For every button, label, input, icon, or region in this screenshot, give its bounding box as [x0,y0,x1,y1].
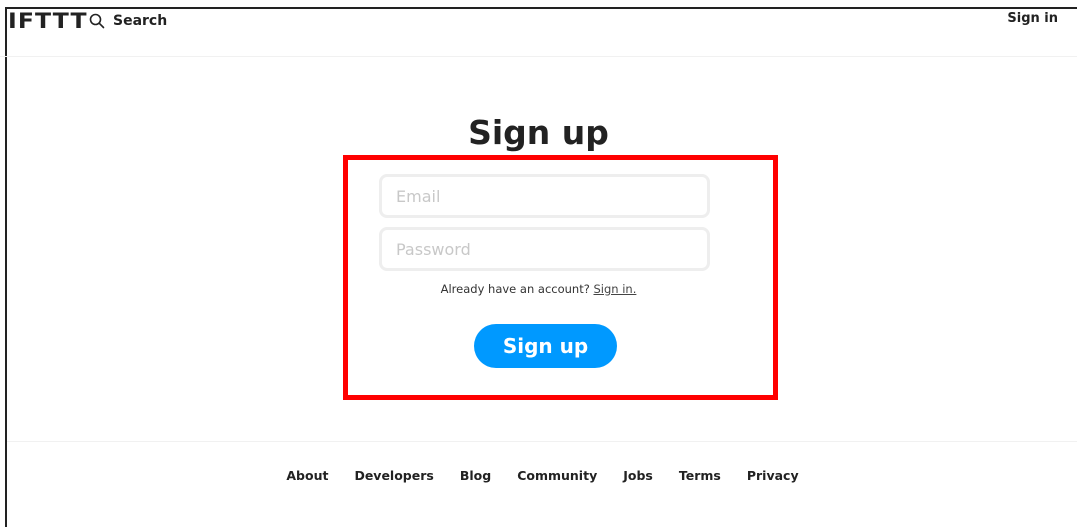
sign-up-button[interactable]: Sign up [474,324,617,368]
footer-link-jobs[interactable]: Jobs [623,468,653,483]
top-navigation: IFTTT Search Sign in [0,0,1077,57]
email-field[interactable] [379,174,710,218]
password-field[interactable] [379,227,710,271]
header-sign-in-link[interactable]: Sign in [1007,11,1058,26]
footer-link-developers[interactable]: Developers [354,468,433,483]
ifttt-logo[interactable]: IFTTT [8,9,88,33]
sign-in-link[interactable]: Sign in. [593,282,636,296]
search-icon [89,13,105,29]
footer-divider [7,441,1077,442]
search-label: Search [113,13,168,29]
footer-link-community[interactable]: Community [517,468,597,483]
account-prompt-text: Already have an account? [440,282,590,296]
footer-link-terms[interactable]: Terms [679,468,721,483]
footer-link-blog[interactable]: Blog [460,468,491,483]
page-title: Sign up [468,113,609,152]
account-prompt: Already have an account? Sign in. [0,282,1077,296]
search-button[interactable]: Search [89,10,167,32]
footer-nav: About Developers Blog Community Jobs Ter… [0,468,1077,483]
footer-link-privacy[interactable]: Privacy [747,468,799,483]
footer-link-about[interactable]: About [286,468,328,483]
